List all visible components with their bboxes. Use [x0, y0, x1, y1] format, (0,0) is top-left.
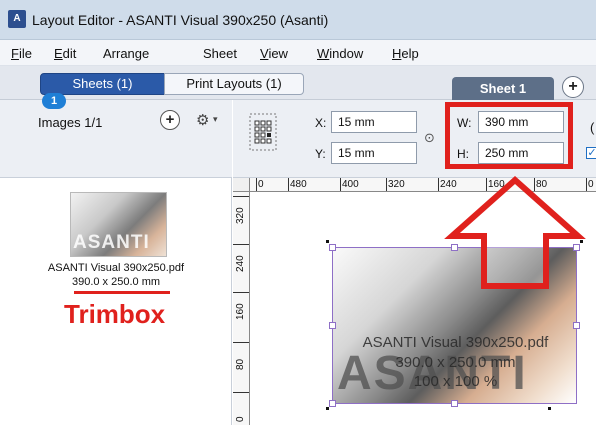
thumbnail-size: 390.0 x 250.0 mm: [71, 276, 161, 288]
menu-window-mnemonic: W: [317, 46, 330, 61]
menu-help-mnemonic: H: [392, 46, 402, 61]
ruler-corner: [233, 178, 250, 192]
x-field[interactable]: 15 mm: [331, 111, 417, 133]
x-label: X:: [315, 116, 327, 130]
menu-arrange-label: Arrange: [103, 46, 150, 61]
add-image-button[interactable]: +: [160, 110, 180, 130]
ruler-label: 320: [235, 207, 246, 224]
menu-sheet[interactable]: Sheet: [203, 46, 237, 61]
annotation-underline: [74, 291, 170, 294]
images-panel: Images 1/1 + ⚙ ▾ 1 ASANTI ASANTI Visual …: [0, 93, 232, 425]
tab-print-layouts[interactable]: Print Layouts (1): [164, 73, 304, 95]
ruler-label: 400: [342, 179, 359, 190]
menu-sheet-label: Sheet: [203, 46, 237, 61]
sheet-corner-mark: [326, 240, 329, 243]
resize-handle[interactable]: [329, 400, 336, 407]
ruler-label: 160: [235, 303, 246, 320]
resize-handle[interactable]: [573, 322, 580, 329]
ruler-label: 480: [290, 179, 307, 190]
image-index-badge: 1: [42, 93, 66, 109]
tab-sheets[interactable]: Sheets (1): [40, 73, 165, 95]
menu-edit[interactable]: Edit: [54, 46, 76, 61]
title-bar: A Layout Editor - ASANTI Visual 390x250 …: [0, 0, 596, 40]
partial-checkbox[interactable]: ✓: [586, 147, 596, 159]
placed-image-filename: ASANTI Visual 390x250.pdf: [362, 334, 549, 351]
ruler-label: 320: [388, 179, 405, 190]
thumbnail-filename: ASANTI Visual 390x250.pdf: [47, 262, 185, 274]
menu-help[interactable]: Help: [392, 46, 419, 61]
tab-row: Sheets (1) Print Layouts (1) Sheet 1 +: [0, 66, 596, 100]
ruler-label: 240: [235, 255, 246, 272]
arrow-up-icon: [444, 175, 586, 289]
menu-window-label: indow: [329, 46, 364, 61]
menu-edit-label: dit: [62, 46, 77, 61]
menu-file[interactable]: File: [11, 46, 32, 61]
add-sheet-button[interactable]: +: [562, 76, 584, 98]
sheet-corner-mark: [326, 407, 329, 410]
image-thumbnail[interactable]: ASANTI: [70, 192, 167, 257]
sheet-corner-mark: [548, 407, 551, 410]
tab-sheet-1[interactable]: Sheet 1: [452, 77, 554, 100]
ruler-label: 0: [235, 416, 246, 422]
menu-view-label: iew: [268, 46, 288, 61]
images-count-label: Images 1/1: [38, 115, 103, 130]
y-field[interactable]: 15 mm: [331, 142, 417, 164]
menu-file-label: ile: [18, 46, 32, 61]
trimbox-annotation: Trimbox: [64, 299, 166, 329]
reference-point-icon[interactable]: [246, 108, 280, 156]
ruler-label: 0: [258, 179, 264, 190]
partial-field-label: (: [590, 120, 595, 135]
y-label: Y:: [315, 147, 326, 161]
menu-window[interactable]: Window: [317, 46, 363, 61]
window-title: Layout Editor - ASANTI Visual 390x250 (A…: [32, 12, 329, 28]
menu-file-mnemonic: F: [11, 46, 19, 61]
resize-handle[interactable]: [329, 244, 336, 251]
link-proportions-icon[interactable]: ⊙: [424, 130, 435, 146]
size-highlight-box: [445, 102, 573, 169]
resize-handle[interactable]: [329, 322, 336, 329]
images-panel-header: Images 1/1 + ⚙ ▾: [0, 100, 232, 178]
menu-bar: File Edit Arrange Sheet View Window Help: [0, 40, 596, 66]
resize-handle[interactable]: [451, 400, 458, 407]
menu-help-label: elp: [401, 46, 419, 61]
left-ruler[interactable]: 320 240 160 80 0: [233, 192, 250, 425]
placed-image-scale: 100 x 100 %: [413, 373, 498, 390]
ruler-label: 80: [235, 358, 246, 370]
placed-image-size: 390.0 x 250.0 mm: [395, 354, 516, 371]
thumbnail-logo-text: ASANTI: [73, 232, 150, 253]
menu-view[interactable]: View: [260, 46, 288, 61]
gear-icon[interactable]: ⚙: [196, 111, 209, 129]
menu-edit-mnemonic: E: [54, 46, 63, 61]
menu-arrange[interactable]: Arrange: [103, 46, 149, 61]
chevron-down-icon[interactable]: ▾: [213, 114, 218, 125]
app-logo-icon: A: [8, 10, 26, 28]
